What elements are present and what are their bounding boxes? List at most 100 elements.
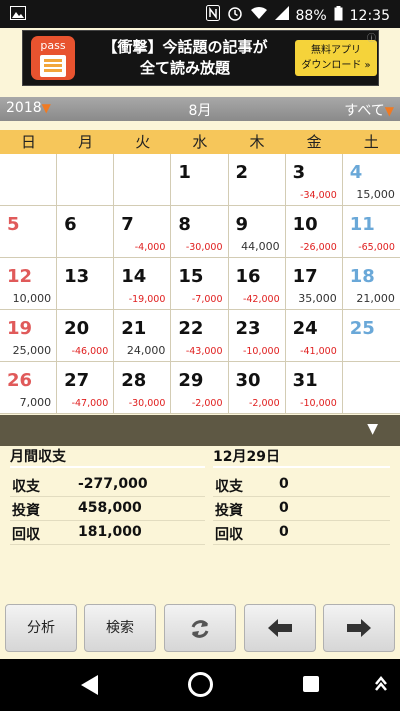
calendar-day-cell[interactable]: 28 -30,000 <box>114 362 172 413</box>
ad-cta-line2: ダウンロード » <box>301 60 371 71</box>
wifi-icon <box>250 6 268 25</box>
day-balance: -2,000 <box>249 398 280 409</box>
calendar-day-cell[interactable]: 26 7,000 <box>0 362 58 413</box>
expand-up-icon[interactable] <box>374 673 388 699</box>
calendar-week-row: 5 6 7 -4,000 8 -30,000 9 44,000 10 -26,000 11 -65,0… <box>0 206 400 258</box>
filter-selector[interactable]: すべて▼ <box>344 100 394 120</box>
day-number: 16 <box>235 266 261 287</box>
day-balance: -10,000 <box>242 346 280 357</box>
calendar-day-cell[interactable]: 13 <box>57 258 115 309</box>
month-label: 8月 <box>188 103 212 119</box>
summary-row: 収支 0 <box>213 473 390 497</box>
calendar-day-cell[interactable]: 2 <box>228 154 286 205</box>
calendar-day-cell[interactable]: 3 -34,000 <box>285 154 343 205</box>
summary-value: 0 <box>279 524 289 540</box>
calendar-day-cell[interactable]: 6 <box>57 206 115 257</box>
collapse-triangle-icon[interactable]: ▼ <box>367 421 378 437</box>
ad-banner[interactable]: pass 【衝撃】今話題の記事が 全て読み放題 無料アプリ ダウンロード » ⓘ <box>22 30 379 86</box>
gallery-notification-icon <box>10 6 26 25</box>
summary-toggle-bar: ▼ <box>0 415 400 446</box>
calendar-day-cell[interactable]: 31 -10,000 <box>285 362 343 413</box>
previous-month-button[interactable] <box>244 604 316 652</box>
calendar-empty-cell <box>342 362 400 413</box>
day-balance: 24,000 <box>126 344 166 357</box>
calendar-day-cell[interactable]: 8 -30,000 <box>171 206 229 257</box>
arrow-left-icon <box>268 619 292 637</box>
calendar-day-cell[interactable]: 11 -65,000 <box>342 206 400 257</box>
day-balance: -26,000 <box>300 242 337 253</box>
filter-label: すべて <box>344 103 385 119</box>
calendar-day-cell[interactable]: 14 -19,000 <box>114 258 172 309</box>
weekday-header: 日 月 火 水 木 金 土 <box>0 130 400 154</box>
weekday-fri: 金 <box>306 133 322 151</box>
day-balance: -30,000 <box>128 398 166 409</box>
battery-icon <box>334 5 343 26</box>
monthly-summary-title: 月間収支 <box>10 446 205 468</box>
day-number: 10 <box>292 214 318 235</box>
calendar-day-cell[interactable]: 29 -2,000 <box>171 362 229 413</box>
day-balance: 7,000 <box>19 396 52 409</box>
day-number: 30 <box>235 370 261 391</box>
calendar-day-cell[interactable]: 19 25,000 <box>0 310 58 361</box>
next-month-button[interactable] <box>323 604 395 652</box>
calendar-day-cell[interactable]: 27 -47,000 <box>57 362 115 413</box>
pass-app-logo: pass <box>31 36 75 80</box>
summary-label: 回収 <box>215 527 243 543</box>
day-number: 12 <box>7 266 33 287</box>
alarm-icon <box>227 5 243 26</box>
refresh-button[interactable] <box>164 604 236 652</box>
calendar-day-cell[interactable]: 23 -10,000 <box>228 310 286 361</box>
analysis-button[interactable]: 分析 <box>5 604 77 652</box>
day-number: 15 <box>178 266 204 287</box>
day-number: 25 <box>349 318 375 339</box>
day-balance: 35,000 <box>298 292 337 305</box>
weekday-sun: 日 <box>21 133 37 151</box>
summary-label: 収支 <box>215 479 243 495</box>
day-number: 17 <box>292 266 318 287</box>
day-number: 28 <box>121 370 147 391</box>
ad-headline: 【衝撃】今話題の記事が 全て読み放題 <box>87 37 283 79</box>
calendar-day-cell[interactable]: 10 -26,000 <box>285 206 343 257</box>
calendar-day-cell[interactable]: 5 <box>0 206 58 257</box>
day-balance: -43,000 <box>185 346 223 357</box>
calendar-day-cell[interactable]: 12 10,000 <box>0 258 58 309</box>
day-balance: -19,000 <box>128 294 166 305</box>
home-icon[interactable] <box>187 671 214 702</box>
calendar-day-cell[interactable]: 30 -2,000 <box>228 362 286 413</box>
ad-download-button[interactable]: 無料アプリ ダウンロード » <box>295 40 377 76</box>
day-balance: -47,000 <box>71 398 109 409</box>
calendar-day-cell[interactable]: 15 -7,000 <box>171 258 229 309</box>
calendar-day-cell[interactable]: 20 -46,000 <box>57 310 115 361</box>
day-balance: 44,000 <box>241 240 280 253</box>
calendar-day-cell[interactable]: 18 21,000 <box>342 258 400 309</box>
calendar-day-cell[interactable]: 25 <box>342 310 400 361</box>
day-summary-panel: 12月29日 収支 0 投資 0 回収 0 <box>213 446 390 545</box>
calendar-grid: 1 2 3 -34,000 4 15,000 5 6 7 -4,000 8 -30,000 9 44,00… <box>0 154 400 414</box>
summary-label: 収支 <box>12 479 40 495</box>
calendar-day-cell[interactable]: 4 15,000 <box>342 154 400 205</box>
day-number: 7 <box>121 214 134 235</box>
day-balance: 10,000 <box>12 292 52 305</box>
calendar-day-cell[interactable]: 24 -41,000 <box>285 310 343 361</box>
calendar-day-cell[interactable]: 1 <box>171 154 229 205</box>
day-number: 9 <box>235 214 249 235</box>
ad-info-icon[interactable]: ⓘ <box>367 31 376 44</box>
calendar-week-row: 12 10,000 13 14 -19,000 15 -7,000 16 -42,000 17 35… <box>0 258 400 310</box>
calendar-day-cell[interactable]: 17 35,000 <box>285 258 343 309</box>
calendar-day-cell[interactable]: 7 -4,000 <box>114 206 172 257</box>
recents-icon[interactable] <box>302 675 320 697</box>
back-icon[interactable] <box>78 673 100 701</box>
calendar-day-cell[interactable]: 22 -43,000 <box>171 310 229 361</box>
day-balance: -65,000 <box>358 242 395 253</box>
clock: 12:35 <box>349 7 390 24</box>
calendar-day-cell[interactable]: 9 44,000 <box>228 206 286 257</box>
calendar-day-cell[interactable]: 16 -42,000 <box>228 258 286 309</box>
search-button[interactable]: 検索 <box>84 604 156 652</box>
ad-headline-line2: 全て読み放題 <box>139 59 230 77</box>
android-nav-bar <box>0 659 400 711</box>
weekday-sat: 土 <box>363 133 379 151</box>
summary-value: -277,000 <box>78 476 148 492</box>
calendar-day-cell[interactable]: 21 24,000 <box>114 310 172 361</box>
day-number: 24 <box>292 318 318 339</box>
day-number: 11 <box>349 214 375 235</box>
